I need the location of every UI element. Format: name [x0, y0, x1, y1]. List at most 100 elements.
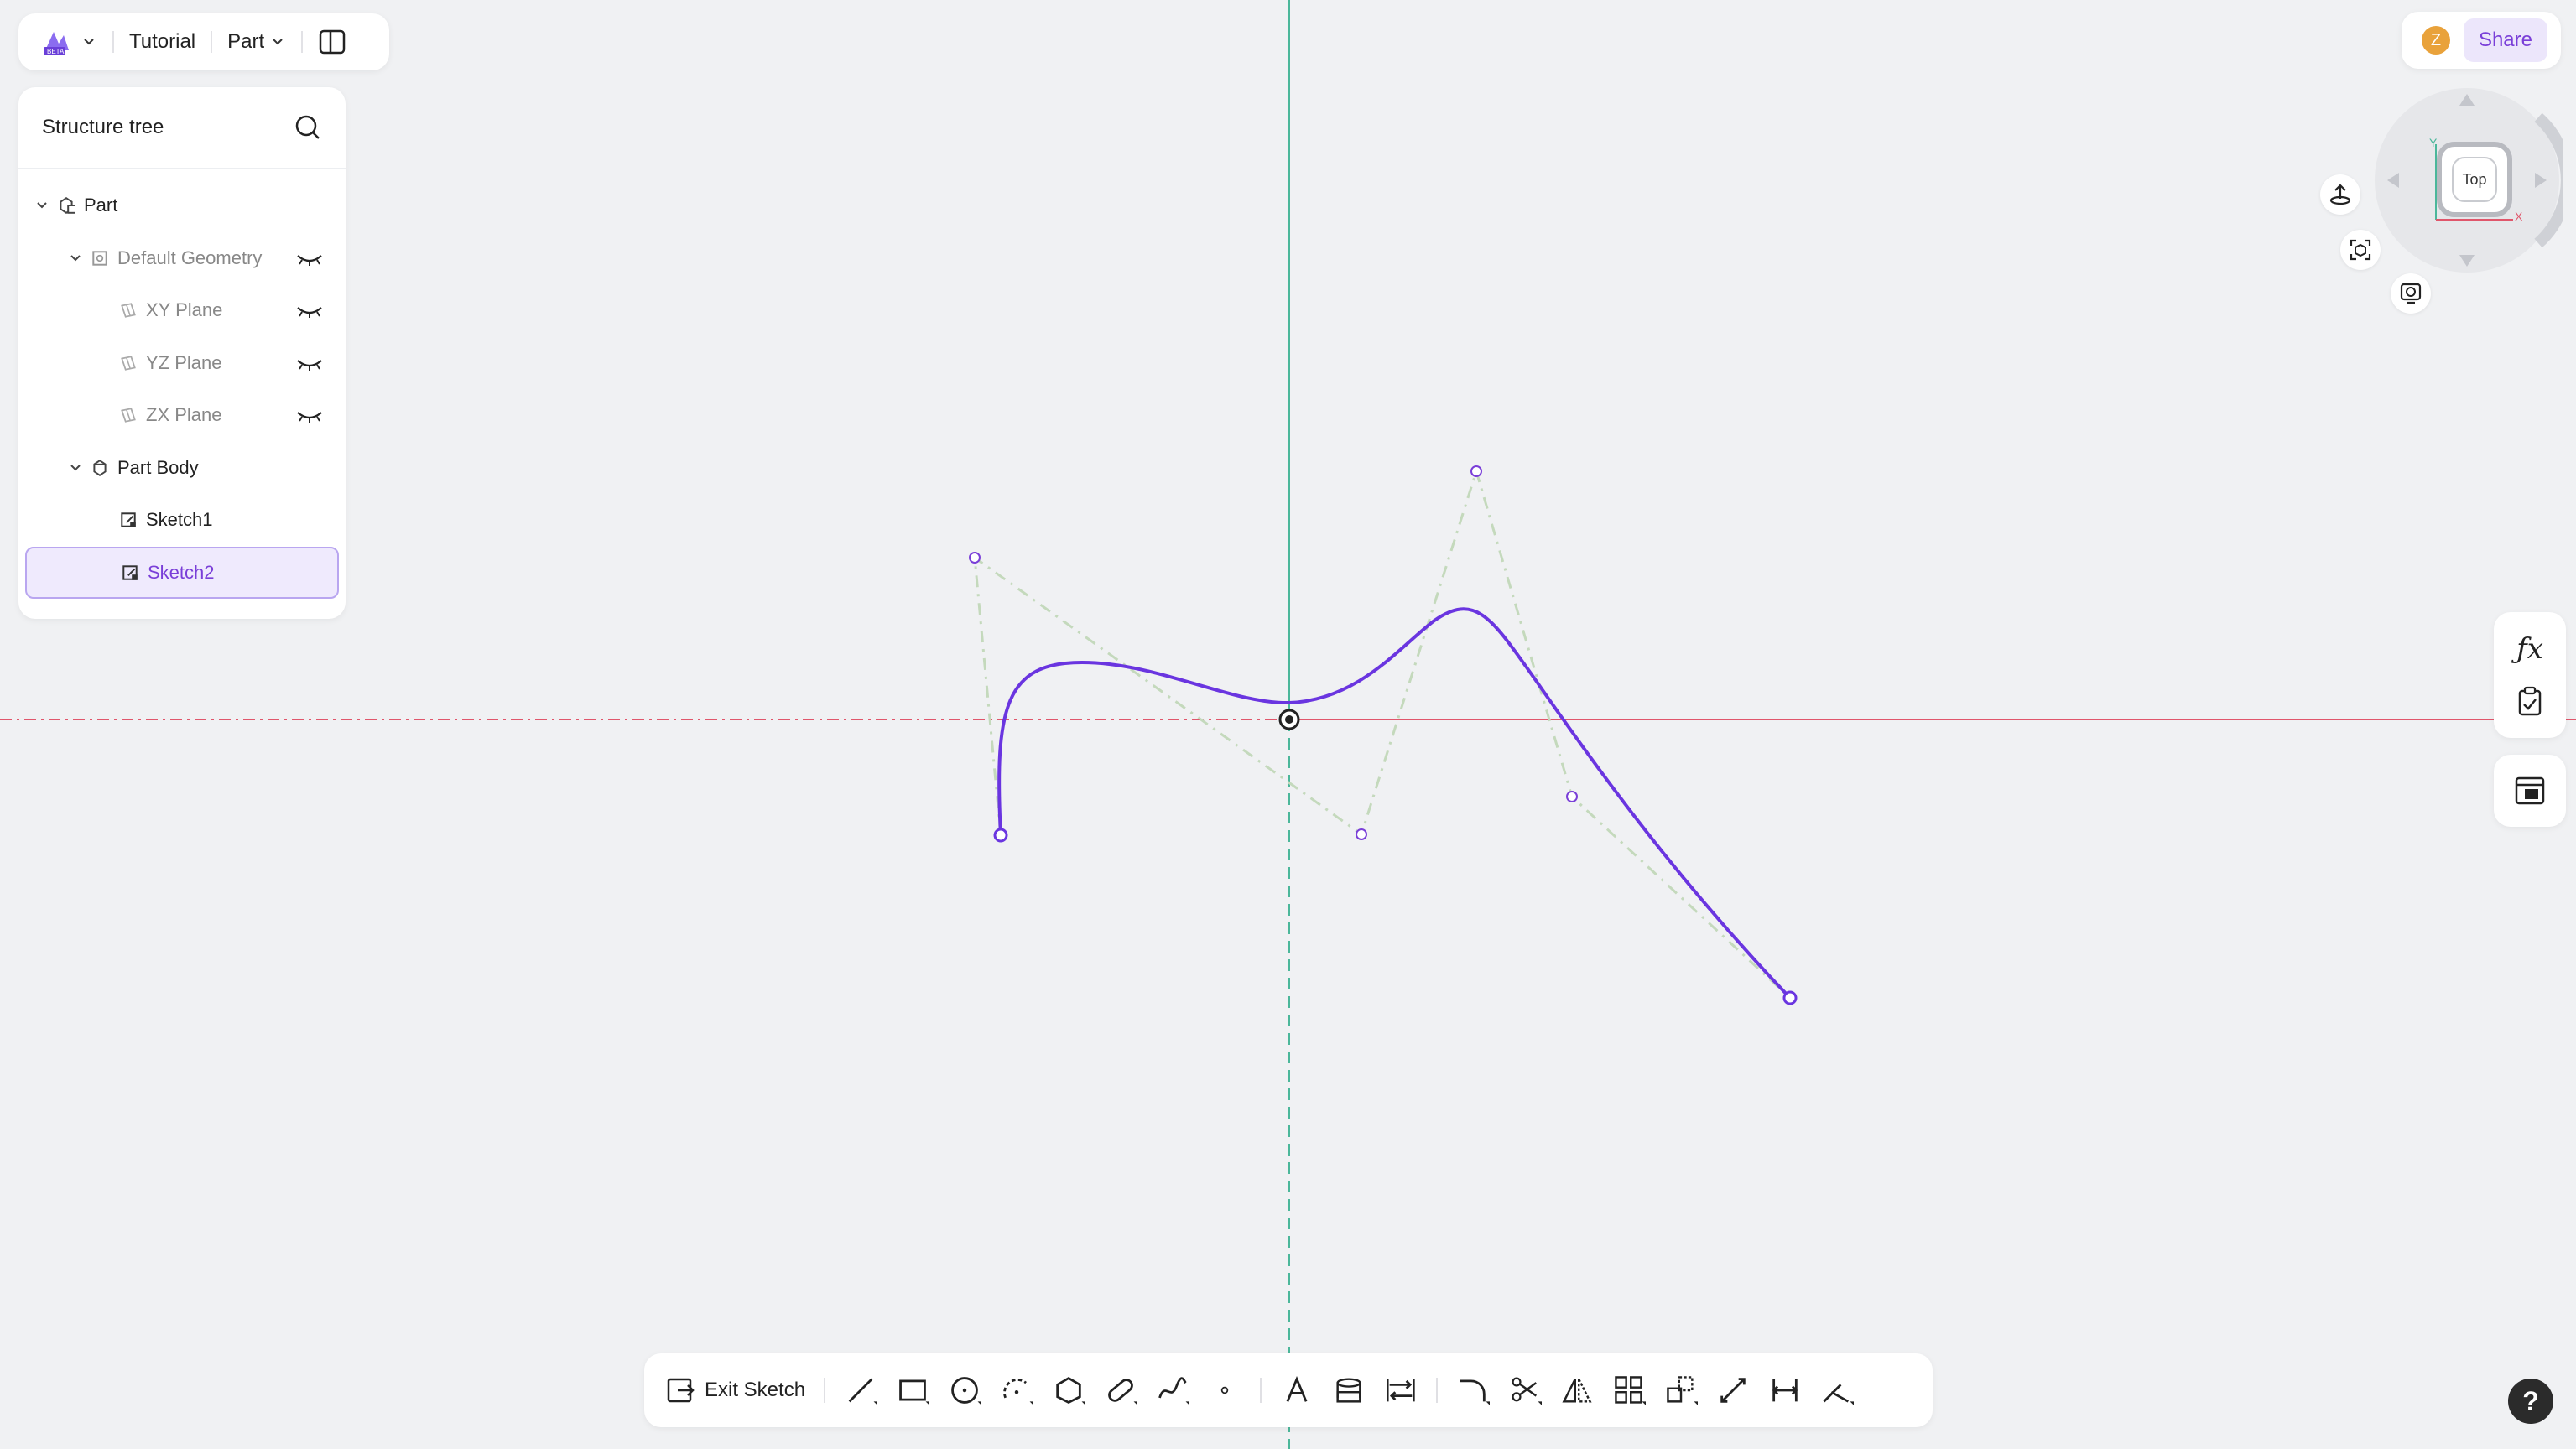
app-logo-menu[interactable]: BETA: [40, 25, 97, 59]
trim-tool-button[interactable]: [1508, 1374, 1543, 1407]
polygon-tool-icon: [1056, 1376, 1086, 1405]
project-name[interactable]: Tutorial: [129, 30, 195, 54]
tree-item-label: Sketch1: [146, 509, 213, 530]
line-tool-button[interactable]: [844, 1374, 878, 1407]
pattern-tool-button[interactable]: [1612, 1374, 1647, 1407]
slot-tool-icon: [1108, 1379, 1138, 1405]
constraint-tool-button[interactable]: [1820, 1374, 1855, 1407]
line-tool-icon: [848, 1378, 878, 1405]
chevron-down-icon[interactable]: [34, 197, 50, 214]
control-point[interactable]: [1356, 828, 1367, 840]
exit-sketch-button[interactable]: Exit Sketch: [666, 1375, 805, 1405]
structure-tree-header: Structure tree: [18, 87, 346, 169]
mode-selector[interactable]: Part: [227, 30, 286, 54]
project-tool-button[interactable]: [1332, 1374, 1366, 1407]
tree-item-label: ZX Plane: [146, 404, 222, 425]
divider: [211, 31, 213, 53]
spline-tool-icon: [1158, 1377, 1190, 1405]
sketch-icon: [122, 564, 138, 580]
sketch-icon: [121, 512, 136, 527]
rectangle-tool-icon: [899, 1379, 930, 1405]
search-icon[interactable]: [294, 113, 322, 142]
view-navigator[interactable]: Top Y X: [2370, 84, 2573, 277]
home-view-button[interactable]: [2320, 174, 2360, 215]
visibility-hidden-icon[interactable]: [295, 249, 324, 267]
slot-tool-button[interactable]: [1104, 1374, 1138, 1407]
divider: [1260, 1378, 1262, 1403]
arc-tool-button[interactable]: [1000, 1374, 1034, 1407]
chevron-down-icon[interactable]: [67, 250, 84, 267]
app-header: BETA Tutorial Part: [18, 13, 389, 70]
spline-endpoint[interactable]: [1782, 990, 1798, 1005]
control-point[interactable]: [969, 552, 981, 564]
tree-item-label: Part Body: [117, 456, 199, 478]
chevron-down-icon[interactable]: [67, 460, 84, 476]
visibility-hidden-icon[interactable]: [295, 406, 324, 424]
checklist-icon[interactable]: [2515, 686, 2545, 718]
tree-item[interactable]: Default Geometry: [18, 232, 346, 284]
fit-view-button[interactable]: [2340, 230, 2381, 270]
visibility-hidden-icon[interactable]: [295, 301, 324, 319]
transform-tool-icon: [1667, 1376, 1699, 1405]
toggle-panel-icon[interactable]: [318, 28, 346, 56]
tree-item[interactable]: Part Body: [18, 442, 346, 494]
user-avatar[interactable]: Z: [2421, 26, 2450, 55]
tool-group: [844, 1374, 1872, 1407]
control-point[interactable]: [1470, 465, 1482, 477]
divider: [301, 31, 304, 53]
mirror-tool-icon: [1562, 1379, 1592, 1403]
mode-label: Part: [227, 30, 265, 53]
circle-tool-button[interactable]: [948, 1374, 982, 1407]
display-mode-button[interactable]: [2391, 273, 2431, 314]
tree-item-label: Default Geometry: [117, 247, 263, 268]
point-tool-button[interactable]: [1208, 1374, 1241, 1407]
visibility-hidden-icon[interactable]: [295, 354, 324, 372]
text-tool-icon: [1286, 1376, 1308, 1402]
tree-item-label: XY Plane: [146, 299, 223, 320]
app-logo-icon: BETA: [44, 32, 69, 55]
sketch-canvas[interactable]: [0, 0, 2576, 1449]
spline-endpoint[interactable]: [993, 828, 1008, 843]
dimension-tool-icon: [1720, 1378, 1746, 1403]
structure-tree-panel: Structure tree Part Default Geometry XY Pl…: [18, 87, 346, 619]
view-cube-face-label[interactable]: Top: [2451, 171, 2498, 189]
control-point[interactable]: [1566, 791, 1578, 802]
convert-tool-icon: [1387, 1379, 1415, 1402]
tree-item[interactable]: Sketch2: [25, 546, 339, 599]
tree-item[interactable]: YZ Plane: [18, 337, 346, 389]
tree-item[interactable]: Part: [18, 179, 346, 231]
fit-view-icon: [2350, 239, 2371, 261]
arc-tool-icon: [1003, 1379, 1034, 1405]
divider: [112, 31, 114, 53]
share-button[interactable]: Share: [2463, 18, 2547, 62]
text-tool-button[interactable]: [1280, 1374, 1314, 1407]
chevron-down-icon: [273, 39, 283, 45]
constraint-tool-icon: [1823, 1384, 1855, 1405]
help-button[interactable]: ?: [2508, 1379, 2553, 1424]
side-tools-panel-2: [2494, 755, 2566, 827]
geometry-icon: [92, 250, 107, 266]
axis-x-label: X: [2515, 210, 2523, 223]
properties-panel-icon[interactable]: [2514, 776, 2546, 806]
convert-tool-button[interactable]: [1384, 1374, 1418, 1407]
svg-text:BETA: BETA: [47, 48, 65, 55]
distance-tool-button[interactable]: [1768, 1374, 1802, 1407]
divider: [1436, 1378, 1439, 1403]
tree-item-label: YZ Plane: [146, 351, 222, 373]
axis-y-label: Y: [2429, 136, 2438, 149]
fillet-tool-button[interactable]: [1456, 1374, 1491, 1407]
polygon-tool-button[interactable]: [1052, 1374, 1086, 1407]
sketch-spline[interactable]: [997, 607, 1792, 1000]
spline-control-polygon: [973, 466, 1792, 1000]
tree-item[interactable]: XY Plane: [18, 284, 346, 336]
tree-item[interactable]: Sketch1: [18, 494, 346, 546]
formula-icon[interactable]: ƒx: [2516, 632, 2543, 666]
pattern-tool-icon: [1615, 1376, 1647, 1405]
spline-tool-button[interactable]: [1156, 1374, 1190, 1407]
mirror-tool-button[interactable]: [1560, 1374, 1594, 1407]
dimension-tool-button[interactable]: [1716, 1374, 1750, 1407]
rectangle-tool-button[interactable]: [896, 1374, 930, 1407]
transform-tool-button[interactable]: [1664, 1374, 1699, 1407]
sketch-toolbar: Exit Sketch: [644, 1353, 1933, 1427]
tree-item[interactable]: ZX Plane: [18, 389, 346, 441]
